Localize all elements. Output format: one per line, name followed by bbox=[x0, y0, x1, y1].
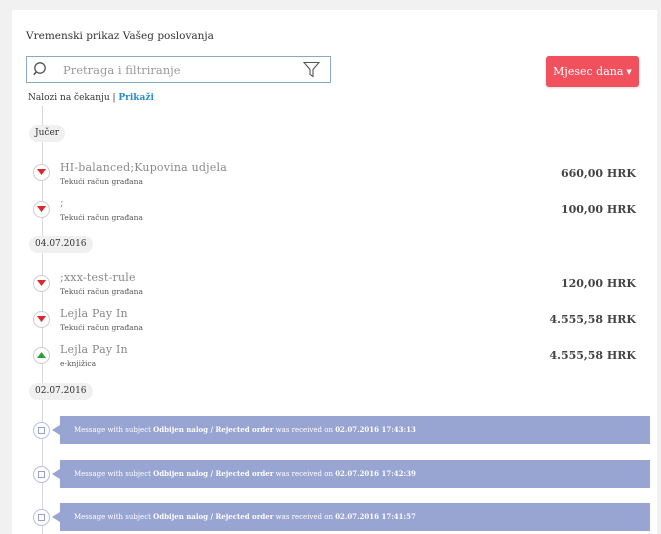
arrow-down-icon bbox=[33, 275, 50, 292]
pending-label: Nalozi na čekanju | bbox=[28, 93, 119, 103]
transaction-name[interactable]: Lejla Pay In bbox=[60, 343, 128, 356]
arrow-up-icon bbox=[33, 347, 50, 364]
message-mid: was received on bbox=[273, 470, 336, 478]
page-title: Vremenski prikaz Vašeg poslovanja bbox=[26, 30, 214, 42]
envelope-icon bbox=[33, 509, 50, 526]
message-timestamp: 02.07.2016 17:42:39 bbox=[335, 469, 416, 478]
transaction-name[interactable]: HI-balanced;Kupovina udjela bbox=[60, 161, 227, 174]
arrow-down-icon bbox=[33, 164, 50, 181]
search-input[interactable]: Pretraga i filtriranje bbox=[63, 63, 181, 77]
timeline-panel: Vremenski prikaz Vašeg poslovanja Pretra… bbox=[12, 10, 657, 534]
transaction-amount: 4.555,58 HRK bbox=[549, 313, 636, 326]
transaction-account: Tekući račun građana bbox=[60, 177, 143, 186]
period-dropdown-button[interactable]: Mjesec dana ▼ bbox=[546, 56, 639, 87]
message-prefix: Message with subject bbox=[74, 426, 154, 434]
message-timestamp: 02.07.2016 17:43:13 bbox=[335, 425, 416, 434]
envelope-icon bbox=[33, 466, 50, 483]
search-box[interactable]: Pretraga i filtriranje bbox=[26, 56, 331, 83]
message-mid: was received on bbox=[273, 513, 336, 521]
message-mid: was received on bbox=[273, 426, 336, 434]
transaction-account: e-knjižica bbox=[60, 359, 97, 368]
envelope-icon bbox=[33, 422, 50, 439]
transaction-amount: 4.555,58 HRK bbox=[549, 349, 636, 362]
transaction-name[interactable]: ;xxx-test-rule bbox=[60, 271, 136, 284]
message-notification[interactable]: Message with subject Odbijen nalog / Rej… bbox=[52, 503, 650, 531]
message-timestamp: 02.07.2016 17:41:57 bbox=[335, 512, 416, 521]
message-subject: Odbijen nalog / Rejected order bbox=[153, 469, 274, 478]
transaction-account: Tekući račun građana bbox=[60, 213, 143, 222]
message-subject: Odbijen nalog / Rejected order bbox=[153, 512, 274, 521]
message-prefix: Message with subject bbox=[74, 470, 154, 478]
date-group-label: Jučer bbox=[29, 125, 66, 142]
transaction-amount: 100,00 HRK bbox=[560, 203, 636, 216]
period-button-label: Mjesec dana bbox=[553, 65, 624, 78]
message-prefix: Message with subject bbox=[74, 513, 154, 521]
message-subject: Odbijen nalog / Rejected order bbox=[153, 425, 274, 434]
search-icon bbox=[33, 62, 46, 76]
transaction-name[interactable]: ; bbox=[60, 196, 64, 209]
date-group-label: 02.07.2016 bbox=[29, 383, 93, 400]
caret-down-icon: ▼ bbox=[626, 68, 632, 76]
message-notification[interactable]: Message with subject Odbijen nalog / Rej… bbox=[52, 416, 650, 444]
transaction-name[interactable]: Lejla Pay In bbox=[60, 307, 128, 320]
arrow-down-icon bbox=[33, 201, 50, 218]
transaction-account: Tekući račun građana bbox=[60, 323, 143, 332]
transaction-amount: 120,00 HRK bbox=[560, 277, 636, 290]
date-group-label: 04.07.2016 bbox=[29, 236, 93, 253]
arrow-down-icon bbox=[33, 311, 50, 328]
message-notification[interactable]: Message with subject Odbijen nalog / Rej… bbox=[52, 460, 650, 488]
filter-icon[interactable] bbox=[303, 61, 320, 78]
transaction-amount: 660,00 HRK bbox=[560, 167, 636, 180]
pending-orders: Nalozi na čekanju | Prikaži bbox=[28, 93, 154, 103]
pending-show-link[interactable]: Prikaži bbox=[118, 93, 154, 103]
transaction-account: Tekući račun građana bbox=[60, 287, 143, 296]
